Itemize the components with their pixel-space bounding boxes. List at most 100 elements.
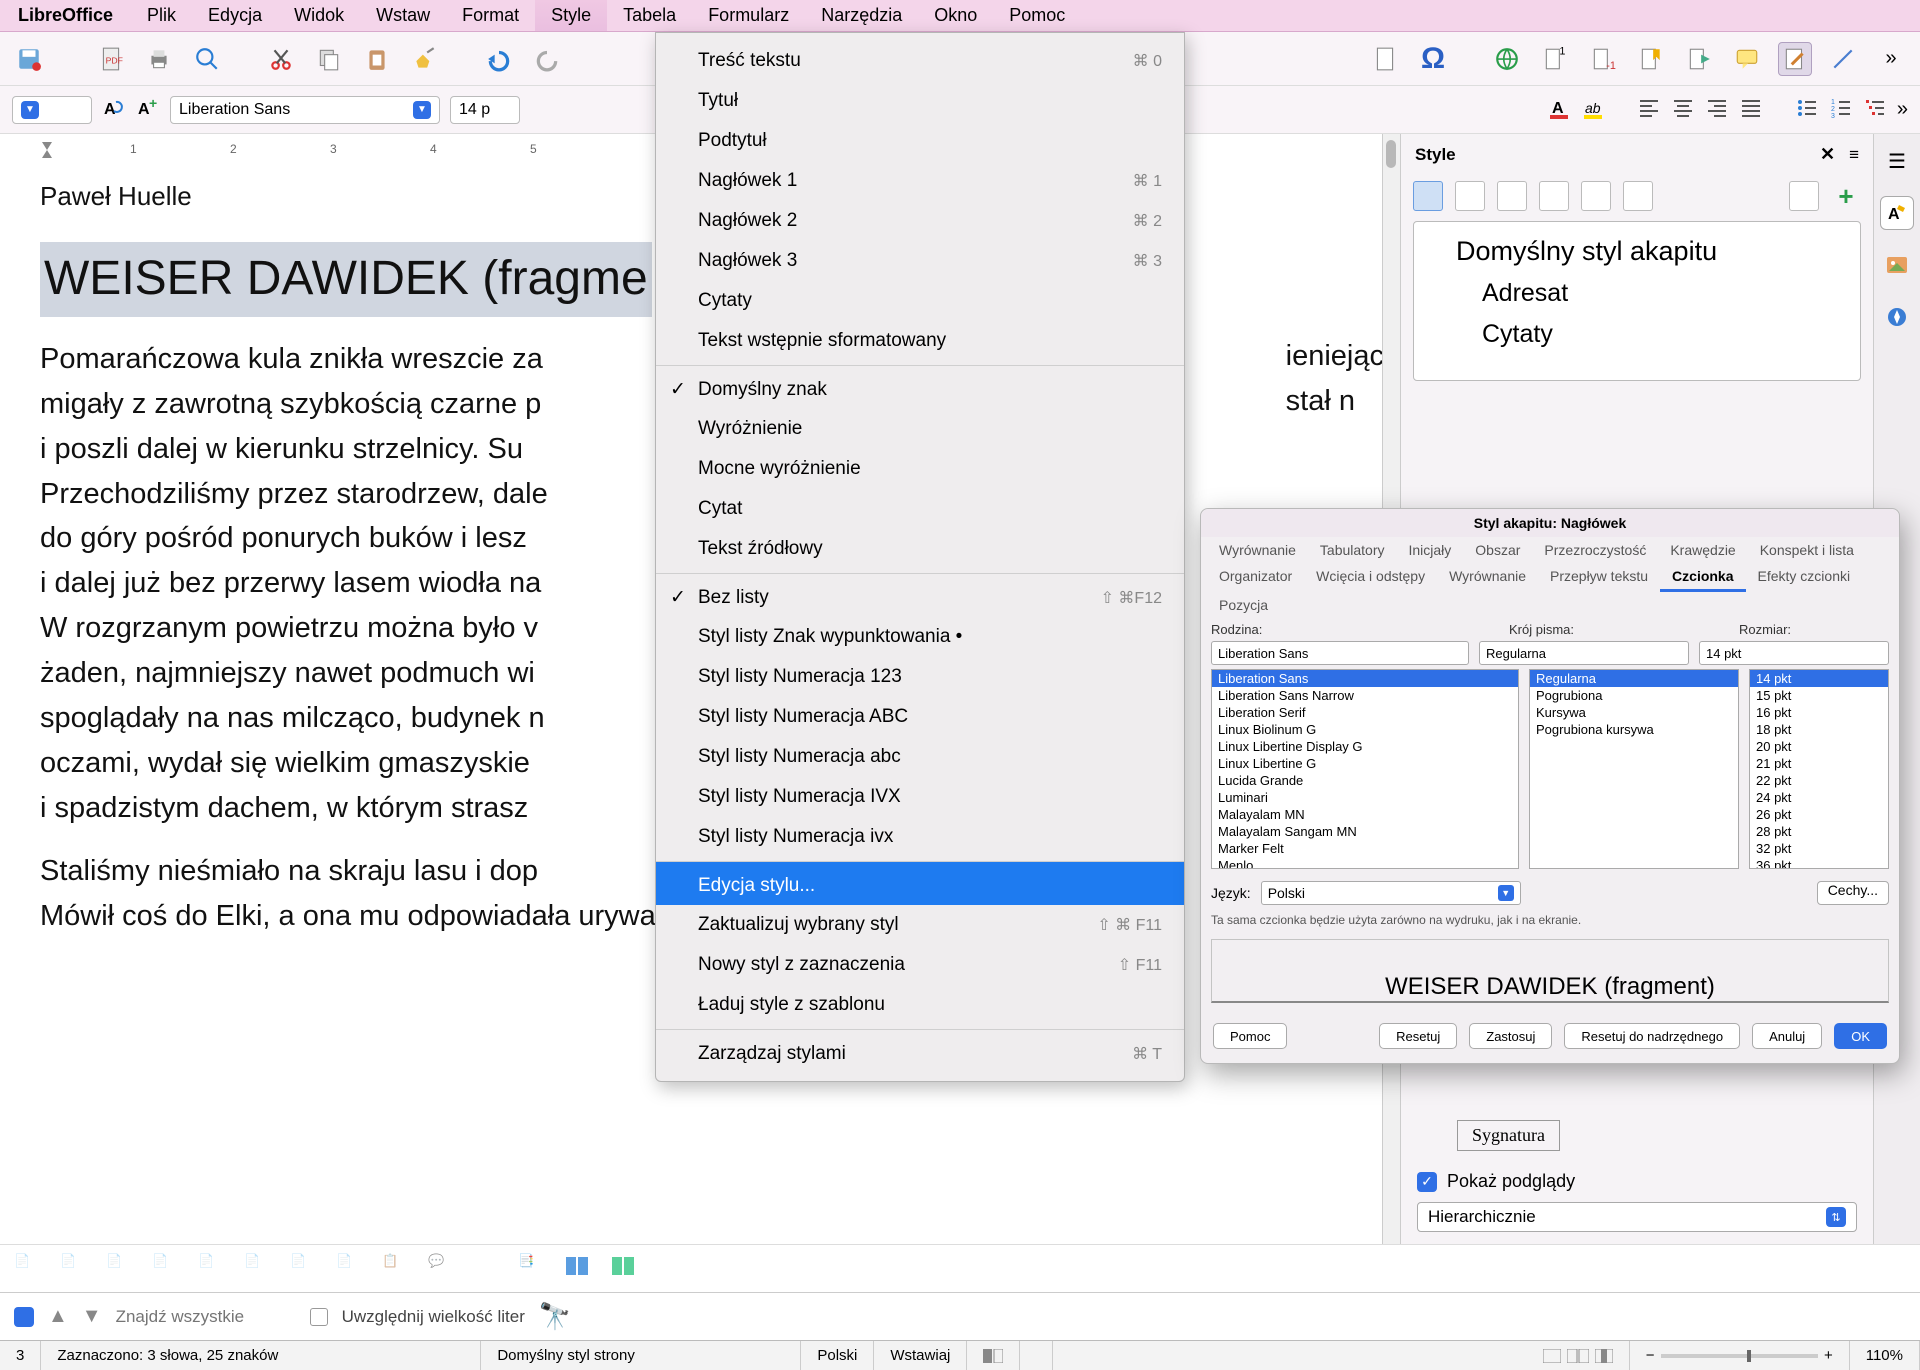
- dialog-tab[interactable]: Inicjały: [1397, 537, 1464, 563]
- typeface-input[interactable]: [1479, 641, 1689, 665]
- menu-widok[interactable]: Widok: [278, 0, 360, 31]
- menu-item[interactable]: Nagłówek 2⌘ 2: [656, 201, 1184, 241]
- copy-button[interactable]: [312, 42, 346, 76]
- menu-item[interactable]: Tekst wstępnie sformatowany: [656, 321, 1184, 361]
- menu-tabela[interactable]: Tabela: [607, 0, 692, 31]
- menu-item[interactable]: Nagłówek 3⌘ 3: [656, 241, 1184, 281]
- paste-button[interactable]: [360, 42, 394, 76]
- overflow-icon[interactable]: »: [1874, 42, 1908, 76]
- list-item[interactable]: Liberation Sans: [1212, 670, 1518, 687]
- dialog-tab[interactable]: Krawędzie: [1658, 537, 1747, 563]
- family-list[interactable]: Liberation SansLiberation Sans NarrowLib…: [1211, 669, 1519, 869]
- menu-item[interactable]: Zarządzaj stylami⌘ T: [656, 1029, 1184, 1073]
- language-combo[interactable]: Polski▼: [1261, 881, 1521, 905]
- endnote-icon[interactable]: -1: [1586, 42, 1620, 76]
- list-item[interactable]: 16 pkt: [1750, 704, 1888, 721]
- clone-formatting-button[interactable]: [408, 42, 442, 76]
- list-item[interactable]: Kursywa: [1530, 704, 1738, 721]
- menu-plik[interactable]: Plik: [131, 0, 192, 31]
- cross-ref-icon[interactable]: [1682, 42, 1716, 76]
- find-chevron-icon[interactable]: [14, 1307, 34, 1327]
- gallery-tab-icon[interactable]: [1880, 248, 1914, 282]
- redo-button[interactable]: [530, 42, 564, 76]
- dialog-tab[interactable]: Organizator: [1207, 563, 1304, 592]
- frame-styles-icon[interactable]: [1497, 181, 1527, 211]
- zoom-out-icon[interactable]: −: [1646, 1347, 1655, 1364]
- dialog-tab[interactable]: Pozycja: [1207, 592, 1280, 618]
- para-style-combo[interactable]: ▼: [12, 96, 92, 124]
- font-size-combo[interactable]: 14 p: [450, 96, 520, 124]
- special-char-icon[interactable]: Ω: [1416, 42, 1450, 76]
- menu-edycja[interactable]: Edycja: [192, 0, 278, 31]
- menu-item[interactable]: Styl listy Numeracja IVX: [656, 777, 1184, 817]
- tc-reject-icon[interactable]: 📄: [244, 1253, 276, 1285]
- menu-item[interactable]: Styl listy Numeracja abc: [656, 737, 1184, 777]
- menu-wstaw[interactable]: Wstaw: [360, 0, 446, 31]
- list-item[interactable]: 28 pkt: [1750, 823, 1888, 840]
- tc-accept-all-icon[interactable]: 📄: [290, 1253, 322, 1285]
- close-icon[interactable]: ✕: [1820, 144, 1835, 165]
- font-color-icon[interactable]: A: [1547, 96, 1571, 123]
- apply-button[interactable]: Zastosuj: [1469, 1023, 1552, 1049]
- find-prev-icon[interactable]: ▲: [48, 1305, 68, 1328]
- page-styles-icon[interactable]: [1539, 181, 1569, 211]
- menu-formularz[interactable]: Formularz: [692, 0, 805, 31]
- list-item[interactable]: 20 pkt: [1750, 738, 1888, 755]
- list-item[interactable]: Menlo: [1212, 857, 1518, 869]
- selection-mode-cell[interactable]: [967, 1341, 1020, 1370]
- align-justify-icon[interactable]: [1739, 96, 1763, 123]
- list-item[interactable]: Marker Felt: [1212, 840, 1518, 857]
- dialog-tab[interactable]: Przezroczystość: [1532, 537, 1658, 563]
- tc-next-icon[interactable]: 📄: [152, 1253, 184, 1285]
- tc-record-icon[interactable]: 📄: [60, 1253, 92, 1285]
- menu-icon[interactable]: ≡: [1849, 145, 1859, 165]
- page-break-icon[interactable]: [1368, 42, 1402, 76]
- list-item[interactable]: Regularna: [1530, 670, 1738, 687]
- list-item[interactable]: Linux Libertine Display G: [1212, 738, 1518, 755]
- style-item[interactable]: Domyślny styl akapitu: [1428, 230, 1846, 273]
- features-button[interactable]: Cechy...: [1817, 881, 1889, 905]
- fill-format-icon[interactable]: [1789, 181, 1819, 211]
- zoom-in-icon[interactable]: +: [1824, 1347, 1833, 1364]
- align-left-icon[interactable]: [1637, 96, 1661, 123]
- help-button[interactable]: Pomoc: [1213, 1023, 1287, 1049]
- view-layout-cell[interactable]: [1527, 1341, 1630, 1370]
- dialog-tab[interactable]: Przepływ tekstu: [1538, 563, 1660, 592]
- list-styles-icon[interactable]: [1581, 181, 1611, 211]
- signature-cell[interactable]: [1020, 1341, 1053, 1370]
- menu-item[interactable]: Zaktualizuj wybrany styl⇧ ⌘ F11: [656, 905, 1184, 945]
- tc-compare-icon[interactable]: 📑: [518, 1253, 550, 1285]
- menu-item[interactable]: Tekst źródłowy: [656, 529, 1184, 569]
- dialog-tab[interactable]: Obszar: [1463, 537, 1532, 563]
- styles-tab-icon[interactable]: A: [1880, 196, 1914, 230]
- dialog-tab[interactable]: Konspekt i lista: [1748, 537, 1866, 563]
- tc-merge-icon[interactable]: [564, 1253, 596, 1285]
- save-button[interactable]: [12, 42, 46, 76]
- tc-prev-icon[interactable]: 📄: [106, 1253, 138, 1285]
- footnote-icon[interactable]: 1: [1538, 42, 1572, 76]
- highlight-icon[interactable]: ab: [1581, 96, 1605, 123]
- print-preview-icon[interactable]: [190, 42, 224, 76]
- list-item[interactable]: 21 pkt: [1750, 755, 1888, 772]
- tc-accept-icon[interactable]: 📄: [198, 1253, 230, 1285]
- menu-item[interactable]: Styl listy Numeracja ABC: [656, 697, 1184, 737]
- menu-item[interactable]: Styl listy Numeracja ivx: [656, 817, 1184, 857]
- table-styles-icon[interactable]: [1623, 181, 1653, 211]
- number-list-icon[interactable]: 123: [1829, 96, 1853, 123]
- dialog-tab[interactable]: Wyrównanie: [1437, 563, 1538, 592]
- menu-item[interactable]: Nowy styl z zaznaczenia⇧ F11: [656, 945, 1184, 985]
- menu-item[interactable]: Styl listy Numeracja 123: [656, 657, 1184, 697]
- size-input[interactable]: [1699, 641, 1889, 665]
- hyperlink-icon[interactable]: [1490, 42, 1524, 76]
- menu-item[interactable]: Wyróżnienie: [656, 409, 1184, 449]
- menu-pomoc[interactable]: Pomoc: [993, 0, 1081, 31]
- menu-style[interactable]: Style: [535, 0, 607, 31]
- properties-tab-icon[interactable]: ☰: [1880, 144, 1914, 178]
- find-next-icon[interactable]: ▼: [82, 1305, 102, 1328]
- tc-comment-icon[interactable]: 💬: [428, 1253, 460, 1285]
- dialog-tab-czcionka[interactable]: Czcionka: [1660, 563, 1745, 592]
- list-item[interactable]: Pogrubiona: [1530, 687, 1738, 704]
- comment-icon[interactable]: [1730, 42, 1764, 76]
- zoom-value-cell[interactable]: 110%: [1850, 1341, 1920, 1370]
- insert-mode-cell[interactable]: Wstawiaj: [874, 1341, 967, 1370]
